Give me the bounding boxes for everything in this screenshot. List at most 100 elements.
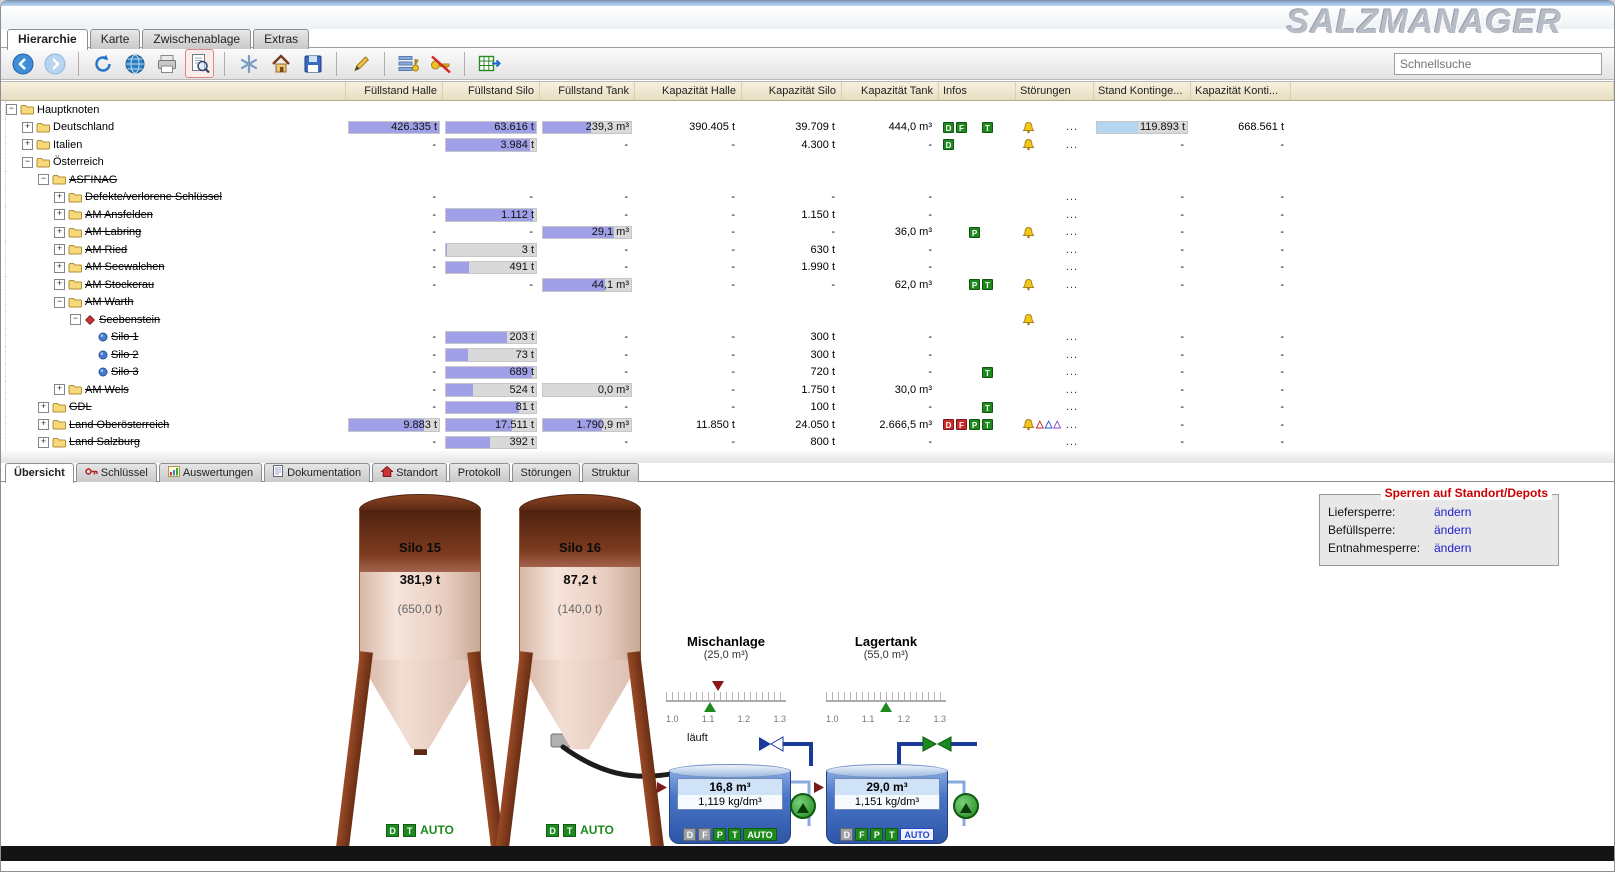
tree-node-label[interactable]: AM Stockerau bbox=[85, 279, 154, 291]
bottom-tab-bersicht[interactable]: Übersicht bbox=[5, 463, 74, 483]
tab-zwischenablage[interactable]: Zwischenablage bbox=[142, 29, 251, 49]
column-header-kapazit-t-halle[interactable]: Kapazität Halle bbox=[635, 82, 742, 100]
tree-node-label[interactable]: AM Seewalchen bbox=[85, 261, 165, 273]
tree-node-label[interactable]: Silo 3 bbox=[111, 366, 139, 378]
stoerungen-more-button[interactable]: ... bbox=[1066, 121, 1078, 133]
tree-node-label[interactable]: AM Ansfelden bbox=[85, 209, 153, 221]
save-icon[interactable] bbox=[299, 50, 326, 77]
stoerungen-more-button[interactable]: ... bbox=[1066, 244, 1078, 256]
tab-karte[interactable]: Karte bbox=[90, 29, 141, 49]
tree-node-label[interactable]: Hauptknoten bbox=[37, 104, 99, 116]
befuellsperre-change-link[interactable]: ändern bbox=[1434, 521, 1471, 539]
stoerungen-more-button[interactable]: ... bbox=[1066, 366, 1078, 378]
preview-search-icon[interactable] bbox=[185, 49, 214, 78]
tree-node-label[interactable]: Defekte/verlorene Schlüssel bbox=[85, 191, 222, 203]
refresh-icon[interactable] bbox=[89, 50, 116, 77]
tree-node-label[interactable]: Italien bbox=[53, 139, 82, 151]
liefersperre-change-link[interactable]: ändern bbox=[1434, 503, 1471, 521]
bottom-tab-protokoll[interactable]: Protokoll bbox=[449, 463, 510, 482]
globe-icon[interactable] bbox=[121, 50, 148, 77]
fill-bar-cell: - bbox=[1094, 381, 1191, 399]
tree-node-label[interactable]: AM Labring bbox=[85, 226, 141, 238]
column-header-kapazit-t-tank[interactable]: Kapazität Tank bbox=[842, 82, 939, 100]
tree-expand-icon[interactable]: + bbox=[54, 244, 65, 255]
stoerungen-more-button[interactable]: ... bbox=[1066, 261, 1078, 273]
fill-bar-cell bbox=[1094, 101, 1191, 119]
stoerungen-more-button[interactable]: ... bbox=[1066, 419, 1078, 431]
tree-node-label[interactable]: Seebenstein bbox=[99, 314, 160, 326]
bottom-tab-auswertungen[interactable]: Auswertungen bbox=[159, 463, 262, 482]
stoerungen-more-button[interactable]: ... bbox=[1066, 279, 1078, 291]
tree-node-label[interactable]: AM Ried bbox=[85, 244, 127, 256]
tree-expand-icon[interactable]: + bbox=[22, 122, 33, 133]
tree-collapse-icon[interactable]: − bbox=[22, 157, 33, 168]
stoerungen-more-button[interactable]: ... bbox=[1066, 436, 1078, 448]
column-header-infos[interactable]: Infos bbox=[939, 82, 1016, 100]
stoerungen-more-button[interactable]: ... bbox=[1066, 349, 1078, 361]
tree-node-label[interactable]: Österreich bbox=[53, 156, 104, 168]
tree-expand-icon[interactable]: + bbox=[54, 209, 65, 220]
tree-expand-icon[interactable]: + bbox=[54, 279, 65, 290]
key-lock-icon[interactable] bbox=[427, 50, 454, 77]
tree-collapse-icon[interactable]: − bbox=[70, 314, 81, 325]
mixer-tank[interactable]: 16,8 m³ 1,119 kg/dm³ DFPTAUTO bbox=[669, 764, 791, 844]
infos-cell: DFPT bbox=[939, 259, 1016, 277]
back-icon[interactable] bbox=[9, 50, 36, 77]
tree-node-label[interactable]: AM Wels bbox=[85, 384, 129, 396]
stoerungen-more-button[interactable]: ... bbox=[1066, 401, 1078, 413]
bottom-tab-dokumentation[interactable]: Dokumentation bbox=[264, 463, 370, 482]
tree-node-label[interactable]: Deutschland bbox=[53, 121, 114, 133]
tree-node-label[interactable]: Silo 1 bbox=[111, 331, 139, 343]
stoerungen-more-button[interactable]: ... bbox=[1066, 226, 1078, 238]
tree-node-label[interactable]: ASFINAG bbox=[69, 174, 117, 186]
column-header-f-llstand-silo[interactable]: Füllstand Silo bbox=[443, 82, 540, 100]
column-header-st-rungen[interactable]: Störungen bbox=[1016, 82, 1094, 100]
tab-extras[interactable]: Extras bbox=[253, 29, 309, 49]
storage-tank[interactable]: 29,0 m³ 1,151 kg/dm³ DFPTAUTO bbox=[826, 764, 948, 844]
bottom-tab-schl-ssel[interactable]: Schlüssel bbox=[76, 463, 157, 482]
tree-collapse-icon[interactable]: − bbox=[38, 174, 49, 185]
tree-collapse-icon[interactable]: − bbox=[6, 104, 17, 115]
silo-16[interactable]: Silo 16 87,2 t (140,0 t) DTAUTO bbox=[519, 494, 641, 752]
tree-expand-icon[interactable]: + bbox=[54, 192, 65, 203]
home-icon[interactable] bbox=[267, 50, 294, 77]
tree-node-label[interactable]: Land Oberösterreich bbox=[69, 419, 169, 431]
tree-expand-icon[interactable]: + bbox=[38, 419, 49, 430]
tree-expand-icon[interactable]: + bbox=[38, 402, 49, 413]
column-header-kapazit-t-silo[interactable]: Kapazität Silo bbox=[742, 82, 842, 100]
bottom-tab-standort[interactable]: Standort bbox=[372, 463, 447, 482]
tree-expand-icon[interactable]: + bbox=[38, 437, 49, 448]
stoerungen-more-button[interactable]: ... bbox=[1066, 191, 1078, 203]
key-list-icon[interactable] bbox=[395, 50, 422, 77]
export-table-icon[interactable] bbox=[475, 50, 502, 77]
tree-collapse-icon[interactable]: − bbox=[54, 297, 65, 308]
column-header-kapazit-t-konti[interactable]: Kapazität Konti... bbox=[1191, 82, 1291, 100]
snowflake-icon[interactable] bbox=[235, 50, 262, 77]
stoerungen-more-button[interactable]: ... bbox=[1066, 209, 1078, 221]
tree-node-label[interactable]: Silo 2 bbox=[111, 349, 139, 361]
tree-node-label[interactable]: GDL bbox=[69, 401, 92, 413]
silo-15[interactable]: Silo 15 381,9 t (650,0 t) DTAUTO bbox=[359, 494, 481, 755]
panel-splitter[interactable] bbox=[1, 451, 1614, 463]
print-icon[interactable] bbox=[153, 50, 180, 77]
stoerungen-more-button[interactable]: ... bbox=[1066, 384, 1078, 396]
tree-node-label[interactable]: Land Salzburg bbox=[69, 436, 140, 448]
entnahmesperre-change-link[interactable]: ändern bbox=[1434, 539, 1471, 557]
folder-icon bbox=[20, 104, 34, 115]
column-header-f-llstand-tank[interactable]: Füllstand Tank bbox=[540, 82, 635, 100]
tree-node-label[interactable]: AM Warth bbox=[85, 296, 134, 308]
stoerungen-more-button[interactable]: ... bbox=[1066, 331, 1078, 343]
stoerungen-more-button[interactable]: ... bbox=[1066, 139, 1078, 151]
column-header-f-llstand-halle[interactable]: Füllstand Halle bbox=[346, 82, 443, 100]
column-header-stand-kontinge[interactable]: Stand Kontinge... bbox=[1094, 82, 1191, 100]
forward-icon[interactable] bbox=[41, 50, 68, 77]
bottom-tab-st-rungen[interactable]: Störungen bbox=[512, 463, 581, 482]
tree-expand-icon[interactable]: + bbox=[22, 139, 33, 150]
tree-expand-icon[interactable]: + bbox=[54, 384, 65, 395]
quick-search-input[interactable] bbox=[1394, 53, 1602, 75]
edit-pencil-icon[interactable] bbox=[347, 50, 374, 77]
tab-hierarchie[interactable]: Hierarchie bbox=[7, 29, 88, 50]
bottom-tab-struktur[interactable]: Struktur bbox=[582, 463, 639, 482]
tree-expand-icon[interactable]: + bbox=[54, 262, 65, 273]
tree-expand-icon[interactable]: + bbox=[54, 227, 65, 238]
